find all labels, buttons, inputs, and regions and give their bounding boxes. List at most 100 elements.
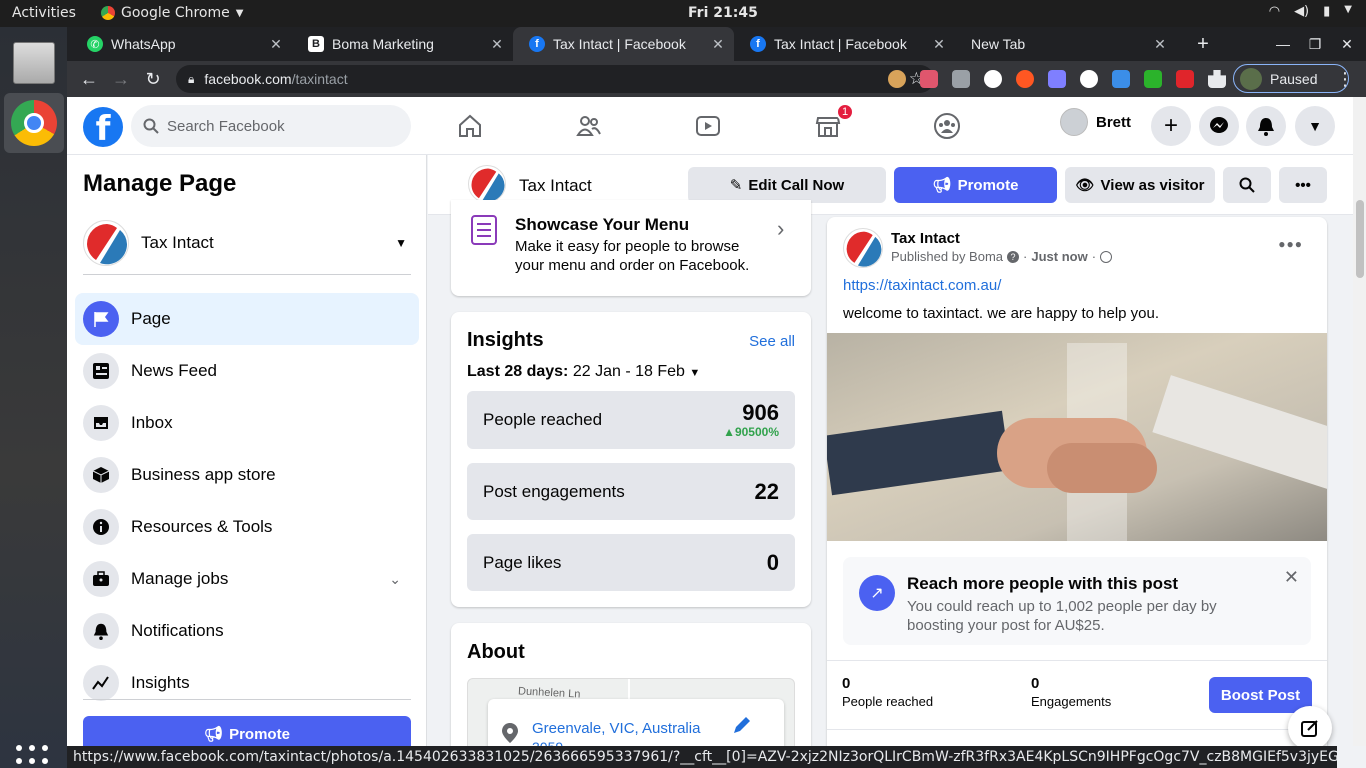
sidebar-item-page[interactable]: Page bbox=[75, 293, 419, 345]
page-name[interactable]: Tax Intact bbox=[519, 176, 592, 196]
nav-groups[interactable] bbox=[927, 107, 967, 145]
notifications-button[interactable] bbox=[1246, 106, 1286, 146]
extension-download-icon[interactable] bbox=[1112, 70, 1130, 88]
extension-bw-icon[interactable] bbox=[1144, 70, 1162, 88]
tab-tax-intact[interactable]: f Tax Intact | Facebook ✕ bbox=[734, 27, 955, 61]
sidebar-item-notifications[interactable]: Notifications bbox=[75, 605, 419, 657]
edit-call-now-button[interactable]: ✎ Edit Call Now bbox=[688, 167, 886, 203]
minimize-button[interactable]: — bbox=[1267, 27, 1299, 61]
close-icon[interactable]: ✕ bbox=[489, 36, 505, 53]
stat-people-reached[interactable]: People reached 906 ▲90500% bbox=[467, 391, 795, 449]
extension-pen-icon[interactable] bbox=[1048, 70, 1066, 88]
activities-button[interactable]: Activities bbox=[12, 5, 76, 21]
facebook-logo[interactable]: f bbox=[83, 107, 123, 147]
boost-post-button[interactable]: Boost Post bbox=[1209, 677, 1312, 713]
create-button[interactable]: + bbox=[1151, 106, 1191, 146]
tab-boma[interactable]: B Boma Marketing ✕ bbox=[292, 27, 513, 61]
extension-video-icon[interactable] bbox=[920, 70, 938, 88]
tax-intact-logo[interactable] bbox=[468, 165, 506, 203]
page-selector[interactable]: Tax Intact ▼ bbox=[83, 211, 411, 275]
caret-down-icon: ▼ bbox=[689, 367, 701, 379]
extension-paw-icon[interactable] bbox=[1016, 70, 1034, 88]
tax-intact-logo[interactable] bbox=[843, 228, 883, 268]
close-icon[interactable]: ✕ bbox=[1284, 567, 1299, 588]
divider bbox=[827, 660, 1327, 661]
date-range-selector[interactable]: Last 28 days: 22 Jan - 18 Feb ▼ bbox=[467, 363, 700, 381]
reached-label: People reached bbox=[842, 694, 934, 709]
close-icon[interactable]: ✕ bbox=[931, 36, 947, 53]
stat-page-likes[interactable]: Page likes 0 bbox=[467, 534, 795, 591]
showcase-menu-card[interactable]: Showcase Your Menu Make it easy for peop… bbox=[451, 200, 811, 296]
post-image-handshake[interactable] bbox=[827, 333, 1327, 541]
profile-link[interactable]: Brett bbox=[1060, 108, 1131, 136]
insights-card: Insights See all Last 28 days: 22 Jan - … bbox=[451, 312, 811, 607]
chevron-down-icon: ▼ bbox=[235, 7, 244, 19]
system-tray[interactable]: ◠ ◀) ▮ ▼ bbox=[1269, 4, 1352, 19]
stat-post-engagements[interactable]: Post engagements 22 bbox=[467, 463, 795, 520]
location-link[interactable]: Greenvale, VIC, Australia bbox=[532, 720, 700, 737]
extensions-puzzle-icon[interactable] bbox=[1208, 70, 1226, 88]
dock-files[interactable] bbox=[4, 33, 64, 93]
post-link[interactable]: https://taxintact.com.au/ bbox=[843, 277, 1001, 294]
ellipsis-icon[interactable]: ●●● bbox=[1278, 237, 1303, 251]
address-bar[interactable]: 🔒︎ facebook.com/taxintact ☆ bbox=[176, 65, 934, 93]
divider bbox=[827, 729, 1327, 730]
more-options-button[interactable]: ••• bbox=[1279, 167, 1327, 203]
scrollbar-thumb[interactable] bbox=[1356, 200, 1364, 278]
facebook-icon: f bbox=[750, 36, 766, 52]
tab-whatsapp[interactable]: ✆ WhatsApp ✕ bbox=[71, 27, 292, 61]
promote-button[interactable]: 📢︎ Promote bbox=[83, 716, 411, 746]
sidebar-item-resources-tools[interactable]: Resources & Tools bbox=[75, 501, 419, 553]
maximize-button[interactable]: ❐ bbox=[1299, 27, 1331, 61]
view-as-visitor-button[interactable]: 👁︎ View as visitor bbox=[1065, 167, 1215, 203]
new-tab-button[interactable]: + bbox=[1187, 27, 1219, 61]
nav-friends[interactable] bbox=[569, 107, 609, 145]
pencil-icon[interactable] bbox=[732, 715, 752, 735]
back-button[interactable]: ← bbox=[77, 67, 101, 91]
close-window-button[interactable]: ✕ bbox=[1331, 27, 1363, 61]
sidebar-item-news-feed[interactable]: News Feed bbox=[75, 345, 419, 397]
extension-h-icon[interactable] bbox=[984, 70, 1002, 88]
published-by[interactable]: Published by Boma bbox=[891, 249, 1003, 264]
clock[interactable]: Fri 21:45 bbox=[688, 5, 758, 21]
tab-tax-intact-active[interactable]: f Tax Intact | Facebook ✕ bbox=[513, 27, 734, 61]
post-time[interactable]: Just now bbox=[1031, 249, 1087, 264]
chrome-menu-button[interactable]: ⋮ bbox=[1333, 67, 1357, 91]
nav-watch[interactable] bbox=[688, 107, 728, 145]
close-icon[interactable]: ✕ bbox=[1152, 36, 1168, 53]
tax-intact-logo bbox=[83, 219, 129, 266]
close-icon[interactable]: ✕ bbox=[710, 36, 726, 53]
forward-button[interactable]: → bbox=[109, 67, 133, 91]
extension-camera-icon[interactable] bbox=[952, 70, 970, 88]
app-menu[interactable]: Google Chrome ▼ bbox=[101, 5, 243, 21]
post-card: Tax Intact Published by Boma ? · Just no… bbox=[827, 217, 1327, 746]
chevron-down-icon[interactable]: ⌄ bbox=[389, 571, 401, 588]
close-icon[interactable]: ✕ bbox=[268, 36, 284, 53]
extension-hand-icon[interactable] bbox=[1176, 70, 1194, 88]
nav-marketplace[interactable]: 1 bbox=[808, 103, 854, 145]
promote-button[interactable]: 📢︎ Promote bbox=[894, 167, 1057, 203]
sidebar-item-business-app-store[interactable]: Business app store bbox=[75, 449, 419, 501]
boost-suggestion: ↗ Reach more people with this post You c… bbox=[843, 557, 1311, 645]
engagement-count: 0 bbox=[1031, 675, 1040, 692]
post-author[interactable]: Tax Intact bbox=[891, 230, 960, 247]
nav-home[interactable] bbox=[450, 107, 490, 145]
sidebar-item-manage-jobs[interactable]: Manage jobs ⌄ bbox=[75, 553, 419, 605]
extension-cookie-icon[interactable] bbox=[888, 70, 906, 88]
kebab-menu-icon: ⋮ bbox=[1336, 68, 1354, 89]
page-scrollbar[interactable] bbox=[1353, 97, 1366, 746]
messenger-button[interactable] bbox=[1199, 106, 1239, 146]
show-apps-icon[interactable] bbox=[16, 745, 50, 768]
new-message-button[interactable] bbox=[1288, 706, 1332, 750]
sidebar-item-inbox[interactable]: Inbox bbox=[75, 397, 419, 449]
dock-chrome[interactable] bbox=[4, 93, 64, 153]
see-all-link[interactable]: See all bbox=[749, 333, 795, 350]
reload-button[interactable]: ↻ bbox=[141, 67, 165, 91]
tab-new-tab[interactable]: New Tab ✕ bbox=[955, 27, 1176, 61]
profile-paused-button[interactable]: Paused bbox=[1233, 64, 1349, 93]
extension-circle-icon[interactable] bbox=[1080, 70, 1098, 88]
sidebar-item-insights[interactable]: Insights bbox=[75, 657, 419, 709]
account-menu-button[interactable]: ▼ bbox=[1295, 106, 1335, 146]
search-input[interactable]: Search Facebook bbox=[131, 105, 411, 147]
page-search-button[interactable] bbox=[1223, 167, 1271, 203]
